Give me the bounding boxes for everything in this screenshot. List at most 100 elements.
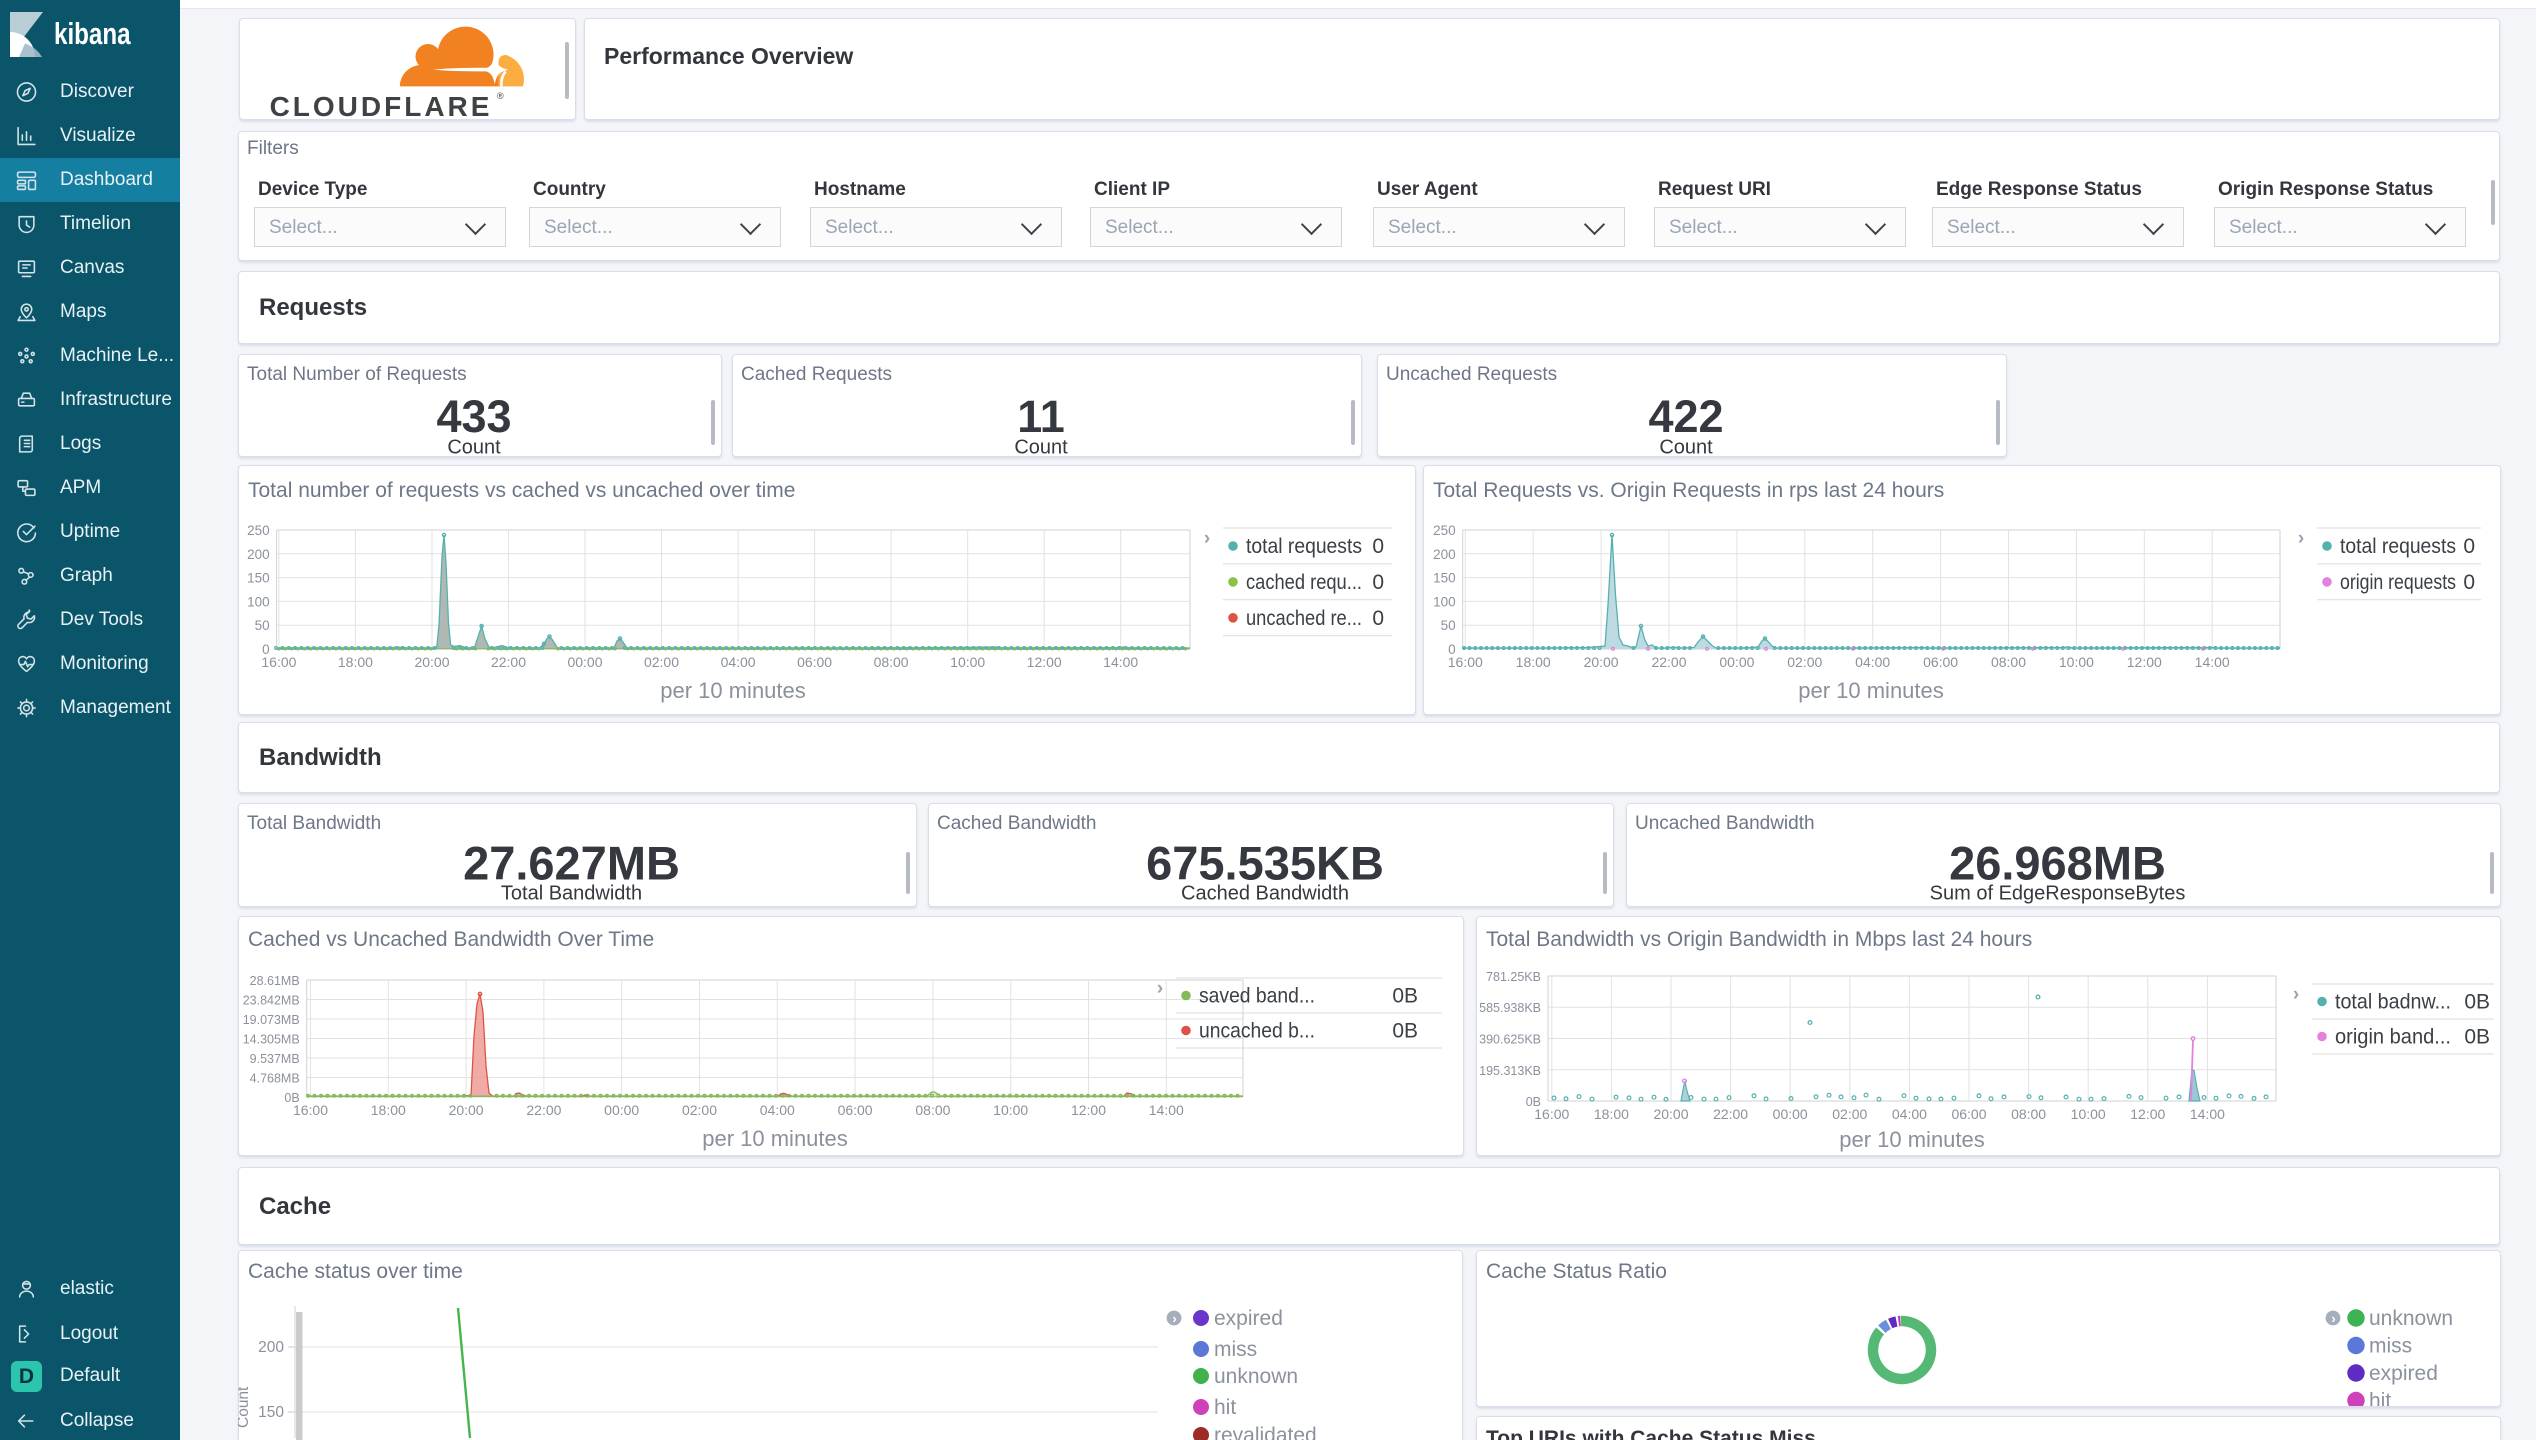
svg-text:uncached b...: uncached b... bbox=[1199, 1020, 1315, 1043]
svg-text:16:00: 16:00 bbox=[293, 1102, 328, 1118]
svg-text:00:00: 00:00 bbox=[604, 1102, 639, 1118]
svg-text:08:00: 08:00 bbox=[2011, 1106, 2046, 1122]
svg-text:revalidated: revalidated bbox=[1214, 1424, 1317, 1440]
svg-text:10:00: 10:00 bbox=[2071, 1106, 2106, 1122]
svg-text:100: 100 bbox=[1433, 594, 1456, 609]
svg-text:50: 50 bbox=[255, 618, 270, 633]
svg-text:Count: Count bbox=[238, 1386, 252, 1428]
svg-text:0: 0 bbox=[2463, 535, 2475, 558]
svg-text:22:00: 22:00 bbox=[491, 654, 526, 670]
svg-text:›: › bbox=[1157, 978, 1163, 999]
svg-text:0B: 0B bbox=[2464, 991, 2490, 1014]
svg-text:00:00: 00:00 bbox=[1773, 1106, 1808, 1122]
svg-text:08:00: 08:00 bbox=[1991, 654, 2026, 670]
svg-text:›: › bbox=[1172, 1311, 1176, 1326]
svg-text:hit: hit bbox=[1214, 1396, 1236, 1419]
svg-text:0B: 0B bbox=[2464, 1026, 2490, 1049]
svg-text:100: 100 bbox=[247, 594, 270, 609]
svg-text:per 10 minutes: per 10 minutes bbox=[1839, 1127, 1985, 1152]
svg-text:250: 250 bbox=[247, 523, 270, 538]
svg-text:cached requ...: cached requ... bbox=[1246, 571, 1362, 594]
svg-text:18:00: 18:00 bbox=[1594, 1106, 1629, 1122]
svg-text:18:00: 18:00 bbox=[1516, 654, 1551, 670]
svg-text:14.305MB: 14.305MB bbox=[243, 1033, 300, 1047]
svg-text:14:00: 14:00 bbox=[1149, 1102, 1184, 1118]
svg-text:®: ® bbox=[497, 91, 504, 101]
svg-text:total requests: total requests bbox=[2340, 535, 2456, 558]
svg-text:04:00: 04:00 bbox=[760, 1102, 795, 1118]
svg-text:0B: 0B bbox=[1392, 1020, 1418, 1043]
svg-text:12:00: 12:00 bbox=[1027, 654, 1062, 670]
svg-text:08:00: 08:00 bbox=[915, 1102, 950, 1118]
svg-text:00:00: 00:00 bbox=[1719, 654, 1754, 670]
svg-text:16:00: 16:00 bbox=[261, 654, 296, 670]
svg-text:›: › bbox=[1204, 528, 1210, 549]
svg-text:10:00: 10:00 bbox=[2059, 654, 2094, 670]
svg-text:0: 0 bbox=[2463, 571, 2475, 594]
svg-text:195.313KB: 195.313KB bbox=[1479, 1064, 1541, 1078]
svg-text:12:00: 12:00 bbox=[2130, 1106, 2165, 1122]
svg-text:04:00: 04:00 bbox=[721, 654, 756, 670]
svg-text:200: 200 bbox=[247, 547, 270, 562]
svg-text:20:00: 20:00 bbox=[1653, 1106, 1688, 1122]
svg-text:0: 0 bbox=[1372, 607, 1384, 630]
svg-text:expired: expired bbox=[2369, 1362, 2438, 1385]
svg-text:19.073MB: 19.073MB bbox=[243, 1013, 300, 1027]
svg-text:miss: miss bbox=[2369, 1335, 2412, 1358]
svg-text:total requests: total requests bbox=[1246, 535, 1362, 558]
svg-text:expired: expired bbox=[1214, 1307, 1283, 1330]
svg-text:06:00: 06:00 bbox=[797, 654, 832, 670]
svg-text:00:00: 00:00 bbox=[567, 654, 602, 670]
svg-text:per 10 minutes: per 10 minutes bbox=[702, 1126, 848, 1151]
svg-text:0: 0 bbox=[1372, 535, 1384, 558]
svg-text:150: 150 bbox=[1433, 571, 1456, 586]
svg-text:50: 50 bbox=[1441, 618, 1456, 633]
svg-text:›: › bbox=[2331, 1311, 2335, 1326]
svg-text:23.842MB: 23.842MB bbox=[243, 994, 300, 1008]
svg-text:585.938KB: 585.938KB bbox=[1479, 1001, 1541, 1015]
svg-text:20:00: 20:00 bbox=[414, 654, 449, 670]
svg-text:9.537MB: 9.537MB bbox=[250, 1052, 300, 1066]
svg-text:22:00: 22:00 bbox=[1713, 1106, 1748, 1122]
svg-text:200: 200 bbox=[258, 1339, 284, 1356]
svg-text:saved band...: saved band... bbox=[1199, 985, 1315, 1008]
svg-text:06:00: 06:00 bbox=[1951, 1106, 1986, 1122]
svg-text:14:00: 14:00 bbox=[1103, 654, 1138, 670]
svg-text:12:00: 12:00 bbox=[2127, 654, 2162, 670]
svg-text:12:00: 12:00 bbox=[1071, 1102, 1106, 1118]
svg-text:22:00: 22:00 bbox=[1651, 654, 1686, 670]
svg-text:0: 0 bbox=[1372, 571, 1384, 594]
svg-text:10:00: 10:00 bbox=[993, 1102, 1028, 1118]
svg-text:02:00: 02:00 bbox=[644, 654, 679, 670]
svg-text:miss: miss bbox=[1214, 1338, 1257, 1361]
svg-text:200: 200 bbox=[1433, 547, 1456, 562]
svg-text:›: › bbox=[2293, 984, 2299, 1005]
svg-text:unknown: unknown bbox=[2369, 1307, 2453, 1330]
svg-text:22:00: 22:00 bbox=[526, 1102, 561, 1118]
svg-text:unknown: unknown bbox=[1214, 1365, 1298, 1388]
svg-text:250: 250 bbox=[1433, 523, 1456, 538]
svg-text:20:00: 20:00 bbox=[449, 1102, 484, 1118]
svg-text:16:00: 16:00 bbox=[1534, 1106, 1569, 1122]
svg-text:390.625KB: 390.625KB bbox=[1479, 1033, 1541, 1047]
svg-text:06:00: 06:00 bbox=[1923, 654, 1958, 670]
svg-text:150: 150 bbox=[247, 571, 270, 586]
svg-text:per 10 minutes: per 10 minutes bbox=[660, 678, 806, 703]
svg-text:04:00: 04:00 bbox=[1855, 654, 1890, 670]
svg-text:16:00: 16:00 bbox=[1448, 654, 1483, 670]
svg-text:uncached re...: uncached re... bbox=[1246, 607, 1362, 630]
svg-text:4.768MB: 4.768MB bbox=[250, 1072, 300, 1086]
svg-text:total badnw...: total badnw... bbox=[2335, 991, 2451, 1014]
svg-text:06:00: 06:00 bbox=[838, 1102, 873, 1118]
svg-text:18:00: 18:00 bbox=[338, 654, 373, 670]
svg-text:150: 150 bbox=[258, 1404, 284, 1421]
svg-text:02:00: 02:00 bbox=[1787, 654, 1822, 670]
svg-text:02:00: 02:00 bbox=[682, 1102, 717, 1118]
svg-text:›: › bbox=[2298, 528, 2304, 549]
svg-text:origin requests: origin requests bbox=[2340, 571, 2456, 594]
svg-text:origin band...: origin band... bbox=[2335, 1026, 2451, 1049]
svg-text:per 10 minutes: per 10 minutes bbox=[1798, 678, 1944, 703]
svg-text:18:00: 18:00 bbox=[371, 1102, 406, 1118]
svg-text:hit: hit bbox=[2369, 1390, 2391, 1407]
svg-text:14:00: 14:00 bbox=[2190, 1106, 2225, 1122]
